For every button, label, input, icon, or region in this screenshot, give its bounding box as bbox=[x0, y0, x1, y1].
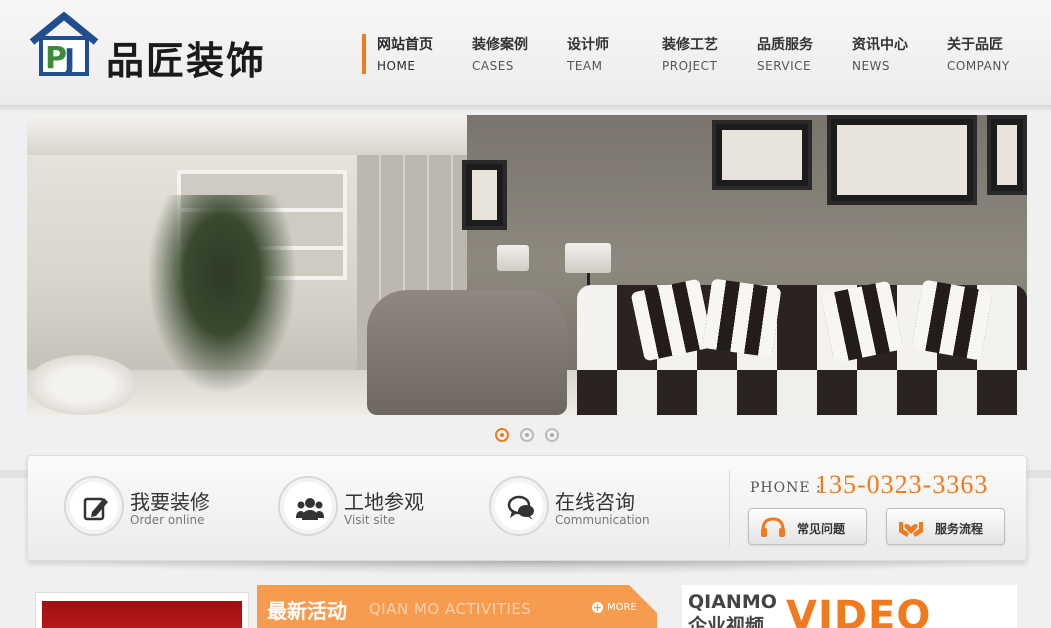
banner-plant bbox=[147, 195, 297, 395]
service-divider bbox=[729, 470, 730, 548]
nav-item-project[interactable]: 装修工艺 PROJECT bbox=[662, 34, 718, 73]
hands-heart-icon bbox=[899, 522, 923, 537]
banner-lamp bbox=[565, 243, 611, 273]
nav-item-sublabel: SERVICE bbox=[757, 59, 812, 73]
banner-cushion bbox=[630, 278, 714, 362]
carousel-dot[interactable] bbox=[545, 428, 559, 442]
carousel-indicators bbox=[495, 428, 559, 442]
nav-item-label: 网站首页 bbox=[377, 37, 433, 53]
activity-subtitle: QIAN MO ACTIVITIES bbox=[369, 600, 532, 618]
brand-name: 品匠装饰 bbox=[106, 39, 267, 83]
nav-item-label: 装修工艺 bbox=[662, 37, 718, 53]
video-title-cn: 企业视频 bbox=[688, 615, 765, 628]
hero-banner[interactable] bbox=[27, 115, 1027, 415]
banner-armchair bbox=[367, 290, 567, 415]
service-subtitle: Communication bbox=[555, 513, 650, 527]
nav-item-label: 品质服务 bbox=[757, 37, 813, 53]
video-brand: QIANMO bbox=[688, 591, 777, 613]
service-bar: 我要装修 Order online 工地参观 Visit site 在线咨询 C… bbox=[27, 455, 1027, 561]
carousel-dot[interactable] bbox=[520, 428, 534, 442]
service-title: 工地参观 bbox=[344, 490, 424, 514]
service-icon-circle bbox=[278, 476, 338, 536]
nav-item-label: 资讯中心 bbox=[852, 37, 908, 53]
phone-number[interactable]: 135-0323-3363 bbox=[815, 470, 988, 500]
faq-button[interactable]: 常见问题 bbox=[748, 508, 867, 545]
faq-button-label: 常见问题 bbox=[797, 522, 846, 536]
plus-icon: + bbox=[592, 601, 603, 614]
group-icon bbox=[296, 498, 324, 520]
edit-icon bbox=[83, 497, 108, 521]
service-icon-circle bbox=[489, 476, 549, 536]
service-process-label: 服务流程 bbox=[935, 522, 984, 536]
nav-item-label: 设计师 bbox=[567, 37, 609, 53]
banner-picture-frame bbox=[827, 115, 977, 205]
activity-title: 最新活动 bbox=[267, 599, 347, 623]
video-header: QIANMO 企业视频 VIDEO bbox=[682, 585, 1017, 628]
header-shadow bbox=[0, 106, 1051, 112]
banner-vase bbox=[27, 355, 137, 415]
phone-label: PHONE : bbox=[750, 480, 822, 496]
banner-cushion bbox=[820, 280, 904, 364]
nav-item-service[interactable]: 品质服务 SERVICE bbox=[757, 34, 813, 73]
promo-card[interactable] bbox=[35, 592, 249, 628]
banner-picture-frame bbox=[462, 160, 507, 230]
nav-item-sublabel: NEWS bbox=[852, 59, 891, 73]
logo-house-icon: P J bbox=[29, 12, 99, 76]
nav-active-marker bbox=[362, 34, 366, 74]
service-title: 在线咨询 bbox=[555, 490, 635, 514]
activity-more-link[interactable]: + MORE bbox=[592, 602, 637, 613]
service-icon-circle bbox=[64, 476, 124, 536]
nav-item-sublabel: TEAM bbox=[567, 59, 603, 73]
nav-item-label: 关于品匠 bbox=[947, 37, 1003, 53]
service-subtitle: Visit site bbox=[344, 513, 396, 527]
nav-item-sublabel: CASES bbox=[472, 59, 514, 73]
nav-item-company[interactable]: 关于品匠 COMPANY bbox=[947, 34, 1010, 73]
nav-item-label: 装修案例 bbox=[472, 37, 528, 53]
banner-cushion bbox=[702, 278, 782, 358]
banner-picture-frame bbox=[987, 115, 1027, 195]
nav-item-cases[interactable]: 装修案例 CASES bbox=[472, 34, 528, 73]
nav-item-home[interactable]: 网站首页 HOME bbox=[377, 34, 433, 73]
service-bar-shadow bbox=[40, 561, 1015, 575]
nav-item-sublabel: HOME bbox=[377, 59, 416, 73]
nav-item-team[interactable]: 设计师 TEAM bbox=[567, 34, 609, 73]
video-title-en: VIDEO bbox=[786, 593, 932, 628]
carousel-dot[interactable] bbox=[495, 428, 509, 442]
banner-sofa-base bbox=[577, 370, 1027, 415]
site-header: P J 品匠装饰 网站首页 HOME 装修案例 CASES 设计师 TEAM 装修工艺 PRO… bbox=[0, 0, 1051, 106]
banner-lamp bbox=[497, 245, 529, 271]
service-process-button[interactable]: 服务流程 bbox=[886, 508, 1005, 545]
banner-picture-frame bbox=[712, 120, 812, 190]
service-title: 我要装修 bbox=[130, 490, 210, 514]
nav-item-sublabel: COMPANY bbox=[947, 59, 1010, 73]
service-subtitle: Order online bbox=[130, 513, 205, 527]
chat-icon bbox=[507, 495, 534, 520]
nav-item-sublabel: PROJECT bbox=[662, 59, 718, 73]
activity-more-label: MORE bbox=[607, 602, 637, 613]
svg-text:J: J bbox=[62, 43, 75, 76]
activity-header: 最新活动 QIAN MO ACTIVITIES + MORE bbox=[257, 585, 657, 628]
banner-cushion bbox=[911, 279, 993, 361]
site-logo[interactable]: P J 品匠装饰 bbox=[28, 12, 298, 83]
headset-icon bbox=[761, 517, 785, 537]
nav-item-news[interactable]: 资讯中心 NEWS bbox=[852, 34, 908, 73]
promo-image bbox=[42, 601, 242, 628]
